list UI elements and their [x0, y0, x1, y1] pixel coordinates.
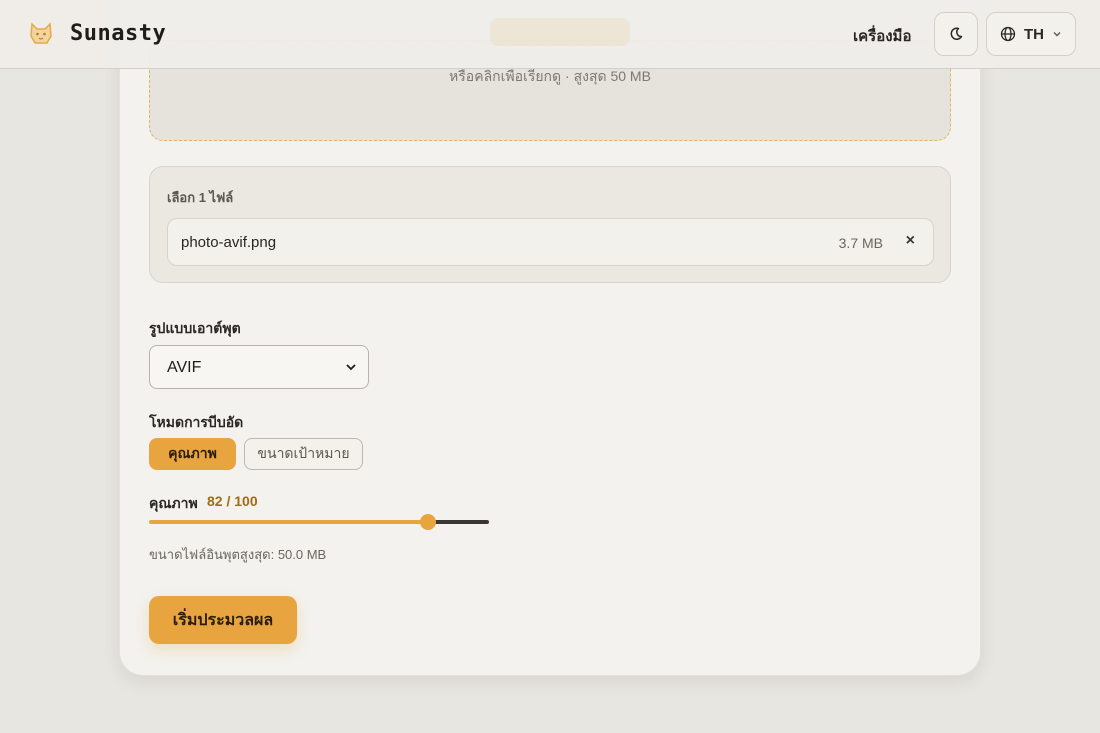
quality-slider[interactable]	[149, 514, 489, 530]
chevron-down-icon	[346, 364, 356, 371]
output-format-select[interactable]: AVIF	[149, 345, 369, 389]
cat-logo-icon	[30, 22, 52, 44]
slider-thumb[interactable]	[420, 514, 436, 530]
compression-mode-label: โหมดการบีบอัด	[149, 414, 244, 430]
quality-label: คุณภาพ	[149, 495, 198, 511]
output-format-value: AVIF	[167, 359, 202, 376]
mode-target-size-button[interactable]: ขนาดเป้าหมาย	[244, 438, 363, 470]
quality-value: 82 / 100	[207, 493, 258, 509]
start-processing-button[interactable]: เริ่มประมวลผล	[149, 596, 297, 644]
chevron-down-icon	[1053, 32, 1061, 37]
language-code: TH	[1024, 25, 1044, 43]
close-icon[interactable]: ×	[906, 232, 915, 250]
header-glow	[490, 18, 630, 46]
theme-toggle-button[interactable]	[934, 12, 978, 56]
globe-icon	[1000, 26, 1016, 42]
slider-track-rest	[428, 520, 489, 524]
file-name: photo-avif.png	[181, 234, 277, 251]
moon-icon	[950, 27, 963, 40]
selected-files-panel: เลือก 1 ไฟล์ photo-avif.png 3.7 MB ×	[149, 166, 951, 283]
dropzone-hint: หรือคลิกเพื่อเรียกดู · สูงสุด 50 MB	[449, 68, 651, 84]
top-header: Sunasty เครื่องมือ TH	[0, 0, 1100, 69]
brand-name: Sunasty	[70, 20, 167, 46]
file-size: 3.7 MB	[838, 235, 883, 251]
brand[interactable]: Sunasty	[26, 18, 166, 48]
language-select-button[interactable]: TH	[986, 12, 1076, 56]
mode-quality-button[interactable]: คุณภาพ	[149, 438, 236, 470]
output-format-label: รูปแบบเอาต์พุต	[149, 320, 241, 336]
slider-track-fill	[149, 520, 428, 524]
max-input-size-note: ขนาดไฟล์อินพุตสูงสุด: 50.0 MB	[149, 547, 327, 562]
file-item: photo-avif.png 3.7 MB ×	[167, 218, 934, 266]
tools-link[interactable]: เครื่องมือ	[853, 24, 911, 48]
selected-files-count: เลือก 1 ไฟล์	[167, 190, 234, 205]
